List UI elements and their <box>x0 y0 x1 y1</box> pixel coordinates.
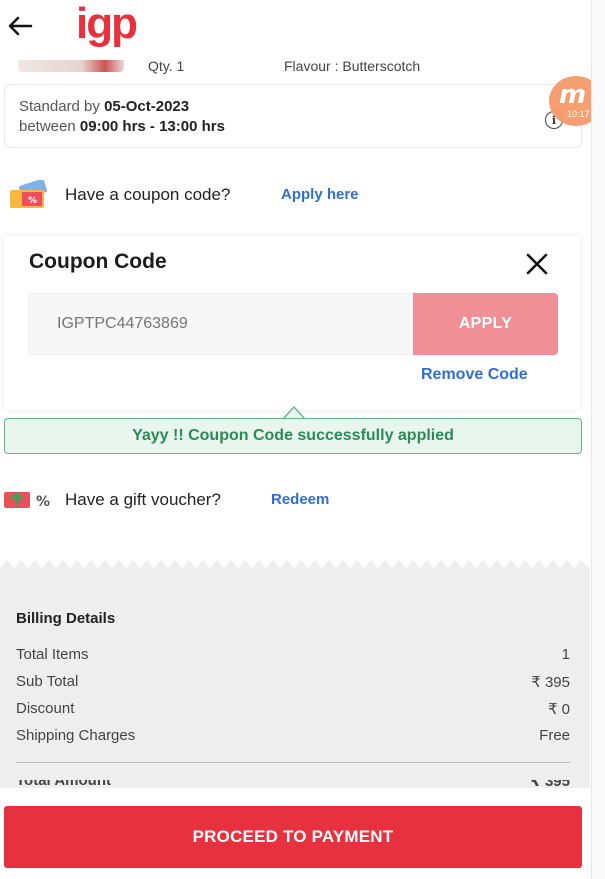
delivery-date: 05-Oct-2023 <box>104 98 190 115</box>
total-label: Total Amount <box>16 780 111 788</box>
success-pointer <box>283 406 305 419</box>
billing-divider <box>16 762 570 763</box>
delivery-date-line: Standard by 05-Oct-2023 <box>19 98 189 115</box>
billing-details: Billing Details Total Items 1 Sub Total … <box>0 560 590 808</box>
arrow-left-icon[interactable] <box>7 15 33 37</box>
success-banner: Yayy !! Coupon Code successfully applied <box>4 406 582 454</box>
total-value: ₹ 395 <box>530 780 570 788</box>
close-icon[interactable] <box>522 249 552 279</box>
chat-bubble-letter: m <box>559 80 587 110</box>
igp-logo[interactable]: igp <box>76 2 138 46</box>
bill-row: Shipping Charges Free <box>16 727 570 747</box>
apply-button[interactable]: APPLY <box>413 293 558 355</box>
delivery-prefix: Standard by <box>19 98 105 115</box>
bill-row: Discount ₹ 0 <box>16 700 570 720</box>
svg-text:%: % <box>28 196 37 206</box>
payment-footer: PROCEED TO PAYMENT <box>0 788 590 879</box>
back-button[interactable] <box>6 12 34 40</box>
bill-row: Sub Total ₹ 395 <box>16 673 570 693</box>
coupon-panel-title: Coupon Code <box>29 250 167 273</box>
coupon-prompt: % Have a coupon code? Apply here <box>0 178 590 212</box>
chat-bubble-time: 10:17 <box>567 109 590 119</box>
product-qty: Qty. 1 <box>148 58 185 74</box>
apply-here-link[interactable]: Apply here <box>281 186 359 203</box>
gift-voucher-prompt: % Have a gift voucher? Redeem <box>0 484 590 514</box>
gift-prompt-text: Have a gift voucher? <box>65 490 221 509</box>
gift-voucher-icon: % <box>4 492 50 510</box>
bill-row-label: Sub Total <box>16 673 79 690</box>
scrollbar-track[interactable] <box>591 0 605 879</box>
bill-row-label: Shipping Charges <box>16 727 136 744</box>
bill-row-value: ₹ 395 <box>531 674 570 691</box>
remove-code-link[interactable]: Remove Code <box>421 366 528 384</box>
delivery-time-range: 09:00 hrs - 13:00 hrs <box>79 118 225 135</box>
bill-row-value: 1 <box>561 646 570 663</box>
bill-row: Total Items 1 <box>16 646 570 666</box>
delivery-time-line: between 09:00 hrs - 13:00 hrs <box>19 118 225 135</box>
success-message: Yayy !! Coupon Code successfully applied <box>132 427 454 444</box>
coupon-prompt-text: Have a coupon code? <box>65 185 231 204</box>
bill-row-value: Free <box>539 727 570 744</box>
coupon-code-input[interactable] <box>28 293 414 355</box>
total-row: Total Amount ₹ 395 <box>16 780 570 788</box>
bill-row-label: Total Items <box>16 646 89 663</box>
zigzag-edge <box>0 560 590 574</box>
coupon-panel: Coupon Code APPLY Remove Code <box>4 236 580 410</box>
billing-title: Billing Details <box>16 610 116 627</box>
redeem-link[interactable]: Redeem <box>271 491 329 508</box>
bill-row-label: Discount <box>16 700 75 717</box>
delivery-card: Standard by 05-Oct-2023 between 09:00 hr… <box>4 84 582 148</box>
coupon-ticket-icon: % <box>10 180 48 208</box>
bill-row-value: ₹ 0 <box>547 701 570 718</box>
product-flavour: Flavour : Butterscotch <box>284 58 421 74</box>
delivery-between: between <box>19 118 80 135</box>
app-header: igp <box>0 0 590 60</box>
svg-text:%: % <box>36 494 50 510</box>
proceed-to-payment-button[interactable]: PROCEED TO PAYMENT <box>4 806 582 868</box>
success-box: Yayy !! Coupon Code successfully applied <box>4 418 582 454</box>
